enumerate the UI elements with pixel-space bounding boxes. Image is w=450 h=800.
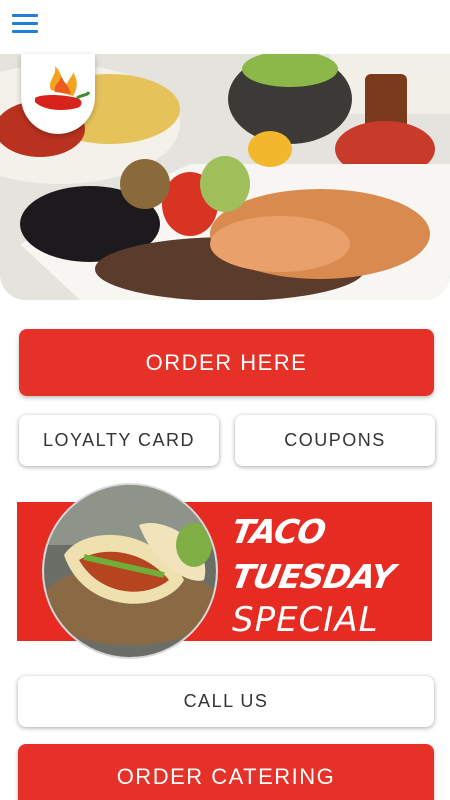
loyalty-card-button[interactable]: LOYALTY CARD: [19, 415, 219, 466]
hamburger-menu-icon[interactable]: [12, 14, 38, 36]
top-bar: [0, 0, 450, 54]
coupons-button[interactable]: COUPONS: [235, 415, 435, 466]
flaming-chili-pepper-logo: [35, 66, 91, 110]
order-catering-button[interactable]: ORDER CATERING: [18, 744, 434, 800]
promo-line-tuesday: TUESDAY: [228, 557, 398, 596]
promo-line-special: SPECIAL: [232, 600, 379, 640]
promo-line-taco: TACO: [228, 512, 329, 551]
order-here-button[interactable]: ORDER HERE: [19, 329, 434, 396]
restaurant-logo[interactable]: [21, 54, 95, 134]
tacos-photo: [44, 485, 216, 657]
call-us-button[interactable]: CALL US: [18, 676, 434, 727]
